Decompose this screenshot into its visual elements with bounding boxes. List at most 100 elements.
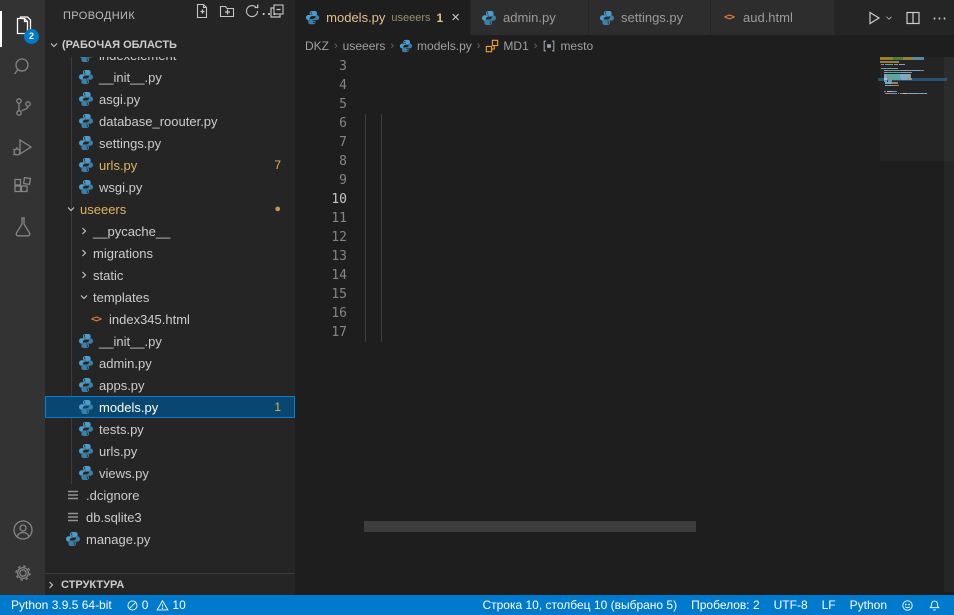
file--init-py[interactable]: __init__.py [45,330,295,352]
line-number: 4 [295,76,347,95]
status-bar: Python 3.9.5 64-bit010 Строка 10, столбе… [0,595,954,615]
breadcrumb-item-MD1[interactable]: MD1 [485,39,528,53]
status-notifications[interactable] [921,595,948,615]
more-actions-icon[interactable]: ⋯ [932,9,948,27]
activity-source-control[interactable] [0,87,45,127]
chevron-right-icon [78,247,90,259]
status-bar-right: Строка 10, столбец 10 (выбрано 5)Пробело… [475,595,948,615]
activity-extensions[interactable] [0,167,45,207]
file-wsgi-py[interactable]: wsgi.py [45,176,295,198]
line-number: 9 [295,171,347,190]
status-problems[interactable]: 010 [119,595,193,615]
modified-dot: ● [274,203,281,215]
breadcrumb-item-DKZ[interactable]: DKZ [305,39,329,53]
status-feedback[interactable] [894,595,921,615]
activity-testing[interactable] [0,207,45,247]
file-tests-py[interactable]: tests.py [45,418,295,440]
new-folder-icon[interactable] [219,3,235,19]
folder-static[interactable]: static [45,264,295,286]
breadcrumb-separator: › [334,40,338,52]
tab-aud-html[interactable]: <>aud.html [711,0,835,35]
status-eol[interactable]: LF [815,595,843,615]
minimap-line [923,70,924,72]
breadcrumb: DKZ›useeers›models.py›MD1›mesto [305,35,593,57]
breadcrumb-label: models.py [417,39,472,53]
breadcrumb-label: MD1 [503,39,528,53]
active-view-indicator [0,11,2,47]
activity-run-debug[interactable] [0,127,45,167]
split-editor-icon[interactable] [905,10,921,26]
status-encoding[interactable]: UTF-8 [767,595,815,615]
new-file-icon[interactable] [194,3,210,19]
breadcrumb-item-mesto[interactable]: mesto [542,39,593,53]
line-number: 14 [295,266,347,285]
minimap[interactable] [880,57,945,177]
status-indentation[interactable]: Пробелов: 2 [684,595,767,615]
run-python-file-button[interactable] [866,10,894,26]
workspace-section-header[interactable]: (РАБОЧАЯ ОБЛАСТЬ) ... [45,33,295,57]
folder--pycache-[interactable]: __pycache__ [45,220,295,242]
file--dcignore[interactable]: .dcignore [45,484,295,506]
file-models-py[interactable]: models.py1 [45,396,295,418]
minimap-line [894,64,898,66]
file-settings-py[interactable]: settings.py [45,132,295,154]
python-file-icon [78,421,94,437]
tab-badge: 1 [437,11,444,25]
file-label: asgi.py [99,92,140,107]
file-label: __init__.py [99,334,162,349]
activity-settings[interactable] [0,553,45,593]
python-file-icon [78,91,94,107]
tab-models-py[interactable]: models.pyuseeers1× [295,0,471,35]
outline-section-header[interactable]: СТРУКТУРА [45,573,295,595]
minimap-line [912,70,920,72]
feedback-icon [901,599,914,612]
file-apps-py[interactable]: apps.py [45,374,295,396]
file-views-py[interactable]: views.py [45,462,295,484]
code-editor[interactable]: 34567891011121314151617 from DKZ.setting… [295,57,954,595]
status-count: 0 [142,598,149,612]
tab-label: settings.py [621,10,683,25]
python-file-icon [65,531,81,547]
bell-icon [928,599,941,612]
line-number: 11 [295,209,347,228]
breadcrumb-item-models-py[interactable]: models.py [399,39,472,53]
line-number: 5 [295,95,347,114]
file-label: wsgi.py [99,180,142,195]
horizontal-scrollbar[interactable] [364,521,696,532]
tab-label: aud.html [743,10,793,25]
minimap-line [880,57,924,60]
file-label: db.sqlite3 [86,510,142,525]
activity-account[interactable] [0,510,45,550]
vertical-scrollbar[interactable] [944,57,954,592]
file-index345-html[interactable]: <>index345.html [45,308,295,330]
python-file-icon [481,10,497,26]
folder-useeers[interactable]: useeers● [45,198,295,220]
file-label: admin.py [99,356,152,371]
file-label: indexelement [99,57,176,63]
breadcrumb-item-useeers[interactable]: useeers [343,39,386,53]
tab-settings-py[interactable]: settings.py [589,0,711,35]
outline-label: СТРУКТУРА [61,579,124,591]
activity-explorer[interactable]: 2 [0,7,45,47]
file-indexelement[interactable]: indexelement [45,57,295,66]
refresh-icon[interactable] [244,3,260,19]
file-asgi-py[interactable]: asgi.py [45,88,295,110]
close-tab-icon[interactable]: × [451,10,460,25]
status-cursor-position[interactable]: Строка 10, столбец 10 (выбрано 5) [475,595,684,615]
file-admin-py[interactable]: admin.py [45,352,295,374]
file-database-roouter-py[interactable]: database_roouter.py [45,110,295,132]
python-file-icon [78,179,94,195]
file-db-sqlite3[interactable]: db.sqlite3 [45,506,295,528]
activity-search[interactable] [0,47,45,87]
folder-migrations[interactable]: migrations [45,242,295,264]
chevron-right-icon [78,225,90,237]
file-urls-py[interactable]: urls.py7 [45,154,295,176]
tab-admin-py[interactable]: admin.py [471,0,589,35]
collapse-all-icon[interactable] [269,3,285,19]
file--init-py[interactable]: __init__.py [45,66,295,88]
file-manage-py[interactable]: manage.py [45,528,295,550]
file-urls-py[interactable]: urls.py [45,440,295,462]
status-language-mode[interactable]: Python [843,595,894,615]
status-python-interpreter[interactable]: Python 3.9.5 64-bit [4,595,119,615]
folder-templates[interactable]: templates [45,286,295,308]
